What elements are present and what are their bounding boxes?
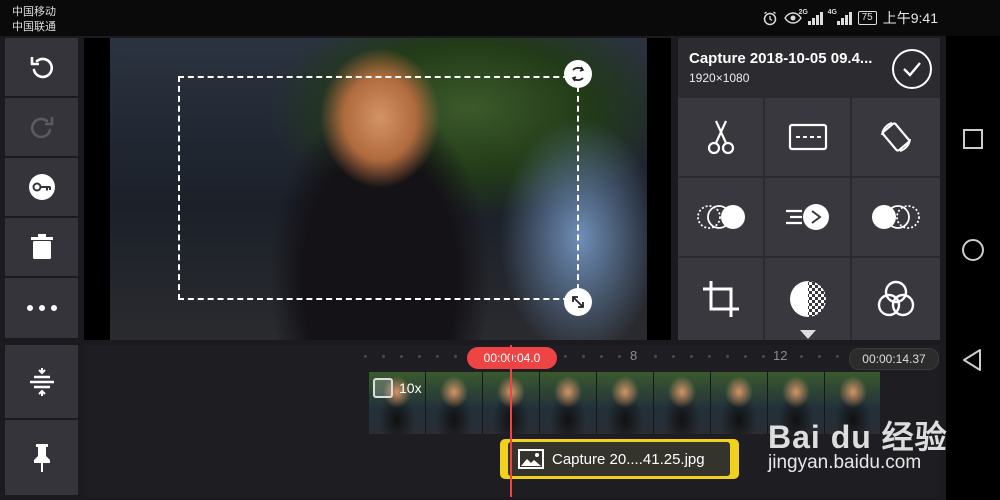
crop-icon [702,281,739,317]
navigation-bar [946,36,1000,500]
speed-icon [785,204,829,230]
image-layer-body: Capture 20....41.25.jpg [508,442,730,476]
redo-button[interactable] [5,98,78,156]
ruler-label: 12 [773,348,788,363]
confirm-button[interactable] [892,49,932,89]
image-layer-name: Capture 20....41.25.jpg [552,450,705,468]
image-layer-clip[interactable]: Capture 20....41.25.jpg [500,439,739,479]
layer-selection-box[interactable] [178,76,579,300]
carrier-label-2: 中国联通 [12,21,56,33]
rotate-scale-icon [571,66,585,82]
carrier-label-1: 中国移动 [12,6,56,18]
status-icons: 2G 4G 75 上午9:41 [762,8,938,28]
redo-icon [30,117,53,139]
blend-tool[interactable] [852,258,940,340]
battery-indicator: 75 [857,11,877,25]
undo-button[interactable] [5,38,78,96]
split-screen-icon [788,123,827,151]
video-preview[interactable] [84,38,671,340]
watermark-url: jingyan.baidu.com [768,452,922,473]
trim-split-tool[interactable] [678,98,763,176]
keyframe-icon [28,174,55,200]
rotate-tool[interactable] [852,98,940,176]
track-adjust-icon [29,367,54,396]
alarm-icon [763,11,776,26]
more-button[interactable] [5,278,78,338]
split-screen-tool[interactable] [765,98,850,176]
clip-thumbnail [426,372,483,434]
speed-tool[interactable] [765,178,850,256]
clip-title: Capture 2018-10-05 09.4... [689,50,873,67]
clip-thumbnail [654,372,711,434]
scissors-icon [707,120,734,155]
filter-icon [789,281,826,317]
clip-options-panel: Capture 2018-10-05 09.4... 1920×1080 [678,38,940,340]
resize-icon [572,296,584,308]
home-button[interactable] [960,237,986,263]
crop-tool[interactable] [678,258,763,340]
ruler-label: 8 [630,348,638,363]
blend-icon [877,280,915,317]
pin-button[interactable] [5,420,78,495]
clip-speed-badge: 10x [373,378,422,398]
image-icon [518,449,544,469]
signal-icon: 2G [799,9,823,25]
pin-icon [33,443,50,472]
trash-icon [30,234,53,259]
playhead[interactable] [510,345,512,497]
clip-resolution: 1920×1080 [689,71,750,85]
check-icon [903,62,921,77]
rotate-handle[interactable] [564,60,592,88]
back-button[interactable] [961,348,983,372]
track-adjust-button[interactable] [5,345,78,418]
out-transition-icon [872,205,920,229]
in-transition-tool[interactable] [678,178,763,256]
more-icon [26,305,57,311]
status-bar: 中国移动 中国联通 2G 4G 75 上午9:41 [0,0,1000,36]
clip-thumbnail [597,372,654,434]
in-transition-icon [696,205,745,229]
resize-handle[interactable] [564,288,592,316]
delete-button[interactable] [5,218,78,276]
clip-thumbnail [540,372,597,434]
current-time-badge: 00:00:04.0 [467,347,557,369]
rotate-icon [881,122,911,152]
keyframe-button[interactable] [5,158,78,216]
expand-down-icon [800,330,816,339]
clip-speed-label: 10x [399,380,422,396]
speed-badge-icon [373,378,393,398]
signal-icon: 4G [828,9,852,25]
total-time-badge: 00:00:14.37 [849,348,939,370]
filter-tool[interactable] [765,258,850,340]
recents-button[interactable] [962,128,984,150]
clock: 上午9:41 [882,10,938,26]
out-transition-tool[interactable] [852,178,940,256]
watermark: Bai du 经验 jingyan.baidu.com [768,412,948,473]
clip-thumbnail [711,372,768,434]
undo-icon [30,57,53,79]
